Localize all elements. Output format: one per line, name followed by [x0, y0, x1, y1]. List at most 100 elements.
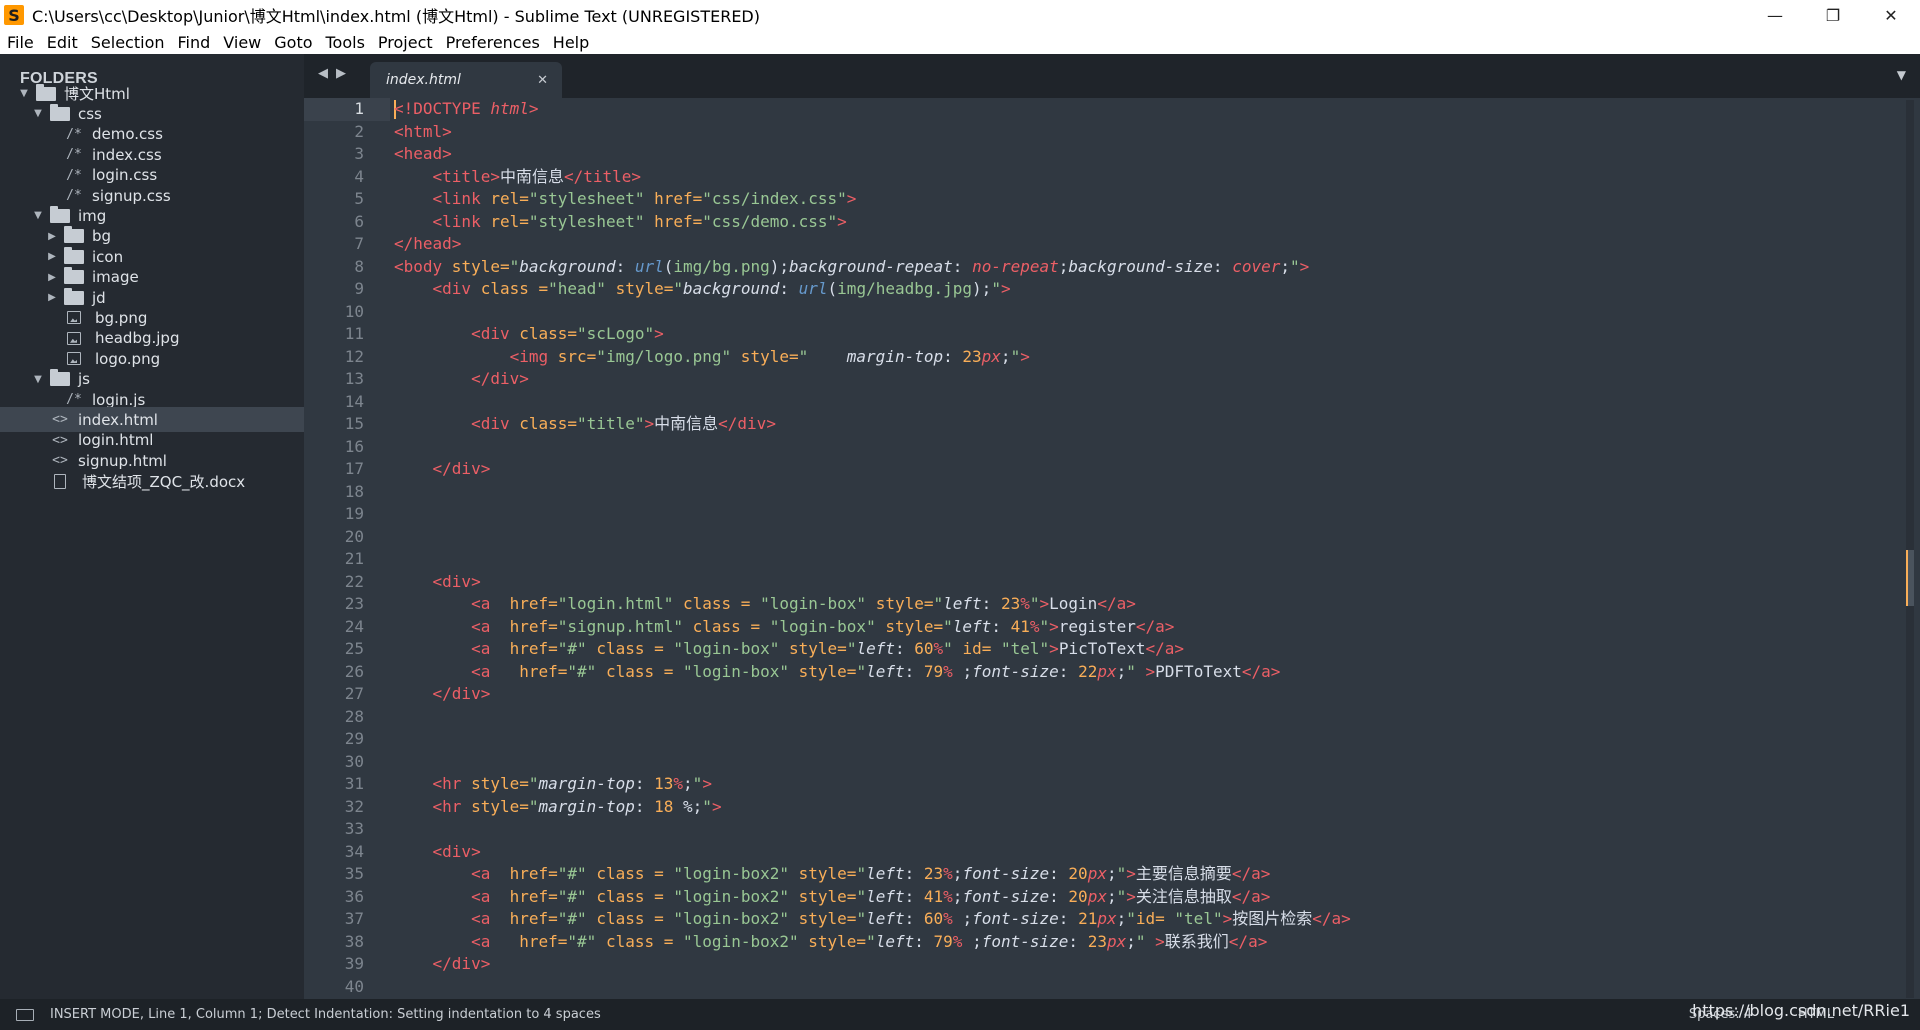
- code-line[interactable]: <title>中南信息</title>: [394, 166, 642, 189]
- line-number: 40: [344, 976, 364, 996]
- code-line[interactable]: <a href="#" class = "login-box2" style="…: [394, 908, 1351, 931]
- sidebar-item-label: headbg.jpg: [95, 329, 180, 348]
- folder-icon: [64, 287, 84, 305]
- title-bar: S C:\Users\cc\Desktop\Junior\博文Html\inde…: [0, 0, 1920, 30]
- document-file-icon: [54, 473, 66, 489]
- sublime-app-icon: S: [4, 5, 24, 25]
- code-line[interactable]: <a href="#" class = "login-box" style="l…: [394, 661, 1280, 684]
- menu-item-tools[interactable]: Tools: [319, 33, 371, 52]
- line-number: 38: [344, 931, 364, 951]
- restore-button[interactable]: ❐: [1804, 0, 1862, 30]
- expand-arrow-right-icon[interactable]: ▶: [46, 231, 58, 242]
- code-line[interactable]: <a href="#" class = "login-box2" style="…: [394, 886, 1270, 909]
- window-title: C:\Users\cc\Desktop\Junior\博文Html\index.…: [32, 7, 760, 26]
- expand-arrow-down-icon[interactable]: ▼: [32, 108, 44, 119]
- html-file-icon: <>: [52, 453, 68, 469]
- menu-item-edit[interactable]: Edit: [40, 33, 84, 52]
- line-number: 25: [344, 639, 364, 658]
- code-line[interactable]: <hr style="margin-top: 13%;">: [394, 773, 712, 796]
- folder-icon: [64, 267, 84, 285]
- menu-item-file[interactable]: File: [0, 33, 40, 52]
- folder-open-icon: [36, 83, 56, 101]
- code-line[interactable]: <!DOCTYPE html>: [394, 98, 539, 121]
- menu-item-preferences[interactable]: Preferences: [439, 33, 546, 52]
- code-line[interactable]: </div>: [394, 683, 491, 706]
- code-line[interactable]: </head>: [394, 233, 461, 256]
- tab-nav-right-icon[interactable]: ▶: [336, 66, 346, 81]
- sidebar-item-label: login.html: [78, 431, 154, 450]
- tab-list-menu-icon[interactable]: ▼: [1897, 68, 1906, 82]
- sidebar-item-label: bg: [92, 227, 112, 246]
- tab-close-icon[interactable]: ✕: [537, 73, 548, 88]
- tab-index-html[interactable]: index.html ✕: [370, 62, 562, 98]
- code-line[interactable]: <div>: [394, 571, 481, 594]
- current-line-highlight: [304, 98, 390, 121]
- line-number: 33: [344, 819, 364, 838]
- line-number: 8: [354, 256, 364, 276]
- sidebar-item-label: image: [92, 268, 139, 287]
- code-line[interactable]: <body style="background: url(img/bg.png)…: [394, 256, 1309, 279]
- line-number: 26: [344, 661, 364, 681]
- menu-item-help[interactable]: Help: [546, 33, 595, 52]
- code-line[interactable]: <div class="title">中南信息</div>: [394, 413, 776, 436]
- sidebar-item-label: index.html: [78, 410, 158, 429]
- menu-item-find[interactable]: Find: [171, 33, 217, 52]
- expand-arrow-down-icon[interactable]: ▼: [32, 374, 44, 385]
- code-line[interactable]: </div>: [394, 953, 491, 976]
- vertical-scrollbar-thumb[interactable]: [1906, 550, 1914, 606]
- panel-toggle-icon[interactable]: [16, 1008, 34, 1021]
- vertical-scrollbar-track[interactable]: [1906, 100, 1914, 998]
- code-line[interactable]: <img src="img/logo.png" style=" margin-t…: [394, 346, 1030, 369]
- expand-arrow-right-icon[interactable]: ▶: [46, 272, 58, 283]
- menu-item-view[interactable]: View: [216, 33, 267, 52]
- code-line[interactable]: <a href="#" class = "login-box2" style="…: [394, 863, 1270, 886]
- expand-arrow-right-icon[interactable]: ▶: [46, 292, 58, 303]
- code-area[interactable]: <!DOCTYPE html> <html> <head> <title>中南信息<…: [390, 98, 1690, 999]
- expand-arrow-down-icon[interactable]: ▼: [32, 210, 44, 221]
- sidebar-item-label: signup.html: [78, 451, 167, 470]
- tab-nav-left-icon[interactable]: ◀: [318, 66, 328, 81]
- line-number-gutter: 1 2 3 4 5 6 7 8 9 10 11 12 13 14 15 16 17 18 19 20 21 22 23 24 2…: [304, 98, 390, 999]
- code-line[interactable]: </div>: [394, 368, 529, 391]
- code-line[interactable]: <a href="login.html" class = "login-box"…: [394, 593, 1136, 616]
- menu-item-selection[interactable]: Selection: [84, 33, 171, 52]
- code-line[interactable]: <div class="scLogo">: [394, 323, 664, 346]
- line-number: 1: [354, 99, 364, 118]
- sidebar-item-label: bg.png: [95, 308, 148, 327]
- line-number: 17: [344, 459, 364, 478]
- code-line[interactable]: <link rel="stylesheet" href="css/index.c…: [394, 188, 857, 211]
- line-number: 9: [354, 279, 364, 298]
- folder-open-icon: [50, 369, 70, 387]
- folder-icon: [64, 246, 84, 264]
- code-line[interactable]: <a href="signup.html" class = "login-box…: [394, 616, 1174, 639]
- line-number: 29: [344, 729, 364, 748]
- line-number: 35: [344, 864, 364, 883]
- code-line[interactable]: <div>: [394, 841, 481, 864]
- line-number: 4: [354, 166, 364, 186]
- code-line[interactable]: <a href="#" class = "login-box" style="l…: [394, 638, 1184, 661]
- line-number: 39: [344, 954, 364, 973]
- code-line[interactable]: <html>: [394, 121, 452, 144]
- code-line[interactable]: <a href="#" class = "login-box2" style="…: [394, 931, 1267, 954]
- sidebar-item-label: login.js: [92, 390, 146, 409]
- menu-item-goto[interactable]: Goto: [267, 33, 318, 52]
- menu-item-project[interactable]: Project: [371, 33, 439, 52]
- code-file-icon: /*: [66, 167, 82, 183]
- line-number: 30: [344, 751, 364, 771]
- code-line[interactable]: <hr style="margin-top: 18 %;">: [394, 796, 722, 819]
- code-line[interactable]: </div>: [394, 458, 491, 481]
- sidebar-item-zqc-docx[interactable]: 博文结项_ZQC_改.docx: [0, 469, 304, 494]
- code-line[interactable]: <div class ="head" style="background: ur…: [394, 278, 1011, 301]
- sidebar-item-label: 博文结项_ZQC_改.docx: [82, 472, 246, 491]
- close-window-button[interactable]: ✕: [1862, 0, 1920, 30]
- code-editor[interactable]: 1 2 3 4 5 6 7 8 9 10 11 12 13 14 15 16 17 18 19 20 21 22 23 24 2…: [304, 98, 1920, 999]
- code-line[interactable]: <head>: [394, 143, 452, 166]
- line-number: 14: [344, 391, 364, 411]
- folder-open-icon: [50, 205, 70, 223]
- code-line[interactable]: <link rel="stylesheet" href="css/demo.cs…: [394, 211, 847, 234]
- line-number: 2: [354, 121, 364, 141]
- minimize-button[interactable]: —: [1746, 0, 1804, 30]
- expand-arrow-right-icon[interactable]: ▶: [46, 251, 58, 262]
- folder-icon: [64, 226, 84, 244]
- expand-arrow-down-icon[interactable]: ▼: [18, 88, 30, 99]
